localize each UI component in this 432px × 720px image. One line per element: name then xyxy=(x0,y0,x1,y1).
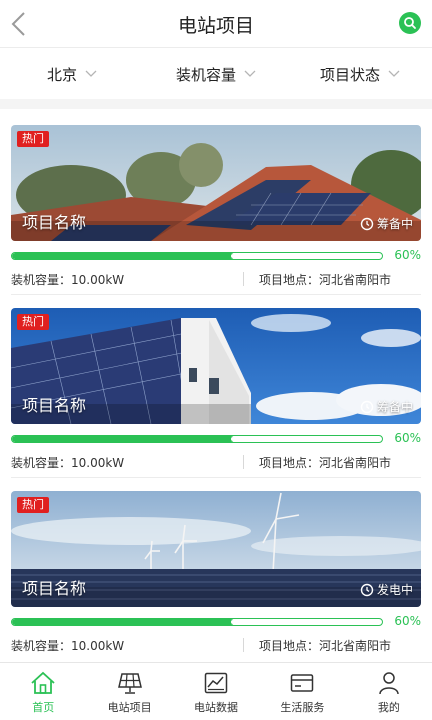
progress-row: 60% xyxy=(11,613,421,631)
progress-bar xyxy=(11,252,383,260)
bottom-nav: 首页 电站项目 电站数据 生活服务 我的 xyxy=(0,662,432,720)
hot-badge: 热门 xyxy=(17,314,49,330)
tab-life-services[interactable]: 生活服务 xyxy=(259,663,345,720)
project-name: 项目名称 xyxy=(22,396,87,415)
project-status: 筹备中 xyxy=(360,215,413,232)
progress-percent: 60% xyxy=(394,614,421,628)
history-clock-icon xyxy=(360,400,374,413)
hot-badge: 热门 xyxy=(17,497,49,513)
project-card[interactable]: 热门 项目名称 筹备中 60% 装机容量：10.00kW 项目地点：河北省南阳市 xyxy=(11,125,421,289)
tab-station-projects[interactable]: 电站项目 xyxy=(86,663,172,720)
progress-row: 60% xyxy=(11,430,421,448)
project-name: 项目名称 xyxy=(22,579,87,598)
progress-row: 60% xyxy=(11,247,421,265)
capacity-text: 装机容量：10.00kW xyxy=(11,639,125,653)
history-clock-icon xyxy=(360,217,374,230)
chevron-down-icon xyxy=(85,70,97,77)
tab-mine[interactable]: 我的 xyxy=(346,663,432,720)
tab-label: 电站数据 xyxy=(194,701,239,714)
progress-percent: 60% xyxy=(394,431,421,445)
info-divider xyxy=(243,272,244,286)
solar-panel-icon xyxy=(117,673,142,694)
tab-station-data[interactable]: 电站数据 xyxy=(173,663,259,720)
chevron-down-icon xyxy=(244,70,256,77)
project-image: 热门 项目名称 发电中 xyxy=(11,491,421,607)
home-icon xyxy=(31,671,55,694)
status-label: 筹备中 xyxy=(376,217,413,231)
filter-status[interactable]: 项目状态 xyxy=(288,49,432,99)
section-gap xyxy=(0,99,432,109)
tab-home[interactable]: 首页 xyxy=(0,663,86,720)
info-divider xyxy=(243,455,244,469)
progress-bar xyxy=(11,435,383,443)
filter-city[interactable]: 北京 xyxy=(0,49,144,99)
history-clock-icon xyxy=(360,583,374,596)
chevron-down-icon xyxy=(388,70,400,77)
search-icon xyxy=(404,17,416,29)
capacity-text: 装机容量：10.00kW xyxy=(11,456,125,470)
filter-capacity[interactable]: 装机容量 xyxy=(144,49,288,99)
project-card[interactable]: 热门 项目名称 发电中 60% 装机容量：10.00kW 项目地点：河北省南阳市 xyxy=(11,491,421,655)
search-button[interactable] xyxy=(399,12,421,34)
location-text: 项目地点：河北省南阳市 xyxy=(259,273,392,287)
card-divider xyxy=(11,294,421,295)
project-image: 热门 项目名称 筹备中 xyxy=(11,125,421,241)
project-info: 装机容量：10.00kW 项目地点：河北省南阳市 xyxy=(11,452,421,472)
location-text: 项目地点：河北省南阳市 xyxy=(259,639,392,653)
project-status: 筹备中 xyxy=(360,398,413,415)
tab-label: 电站项目 xyxy=(107,701,152,714)
status-label: 发电中 xyxy=(376,583,413,597)
filter-label: 项目状态 xyxy=(319,65,380,84)
tab-label: 生活服务 xyxy=(280,701,325,714)
card-icon xyxy=(291,674,314,692)
progress-bar xyxy=(11,618,383,626)
location-text: 项目地点：河北省南阳市 xyxy=(259,456,392,470)
project-image: 热门 项目名称 筹备中 xyxy=(11,308,421,424)
project-info: 装机容量：10.00kW 项目地点：河北省南阳市 xyxy=(11,635,421,655)
filter-bar: 北京 装机容量 项目状态 xyxy=(0,49,432,99)
progress-fill xyxy=(12,436,234,442)
chart-icon xyxy=(204,672,228,694)
progress-percent: 60% xyxy=(394,248,421,262)
project-status: 发电中 xyxy=(360,581,413,598)
capacity-text: 装机容量：10.00kW xyxy=(11,273,125,287)
top-bar: 电站项目 xyxy=(0,0,432,48)
progress-fill xyxy=(12,253,234,259)
card-divider xyxy=(11,477,421,478)
status-label: 筹备中 xyxy=(376,400,413,414)
filter-label: 北京 xyxy=(46,65,77,84)
project-card[interactable]: 热门 项目名称 筹备中 60% 装机容量：10.00kW 项目地点：河北省南阳市 xyxy=(11,308,421,472)
project-name: 项目名称 xyxy=(22,213,87,232)
info-divider xyxy=(243,638,244,652)
user-icon xyxy=(379,672,399,695)
page-title: 电站项目 xyxy=(177,15,254,37)
filter-label: 装机容量 xyxy=(175,65,236,84)
project-info: 装机容量：10.00kW 项目地点：河北省南阳市 xyxy=(11,269,421,289)
tab-label: 我的 xyxy=(377,701,400,714)
hot-badge: 热门 xyxy=(17,131,49,147)
tab-label: 首页 xyxy=(32,701,55,714)
progress-fill xyxy=(12,619,234,625)
